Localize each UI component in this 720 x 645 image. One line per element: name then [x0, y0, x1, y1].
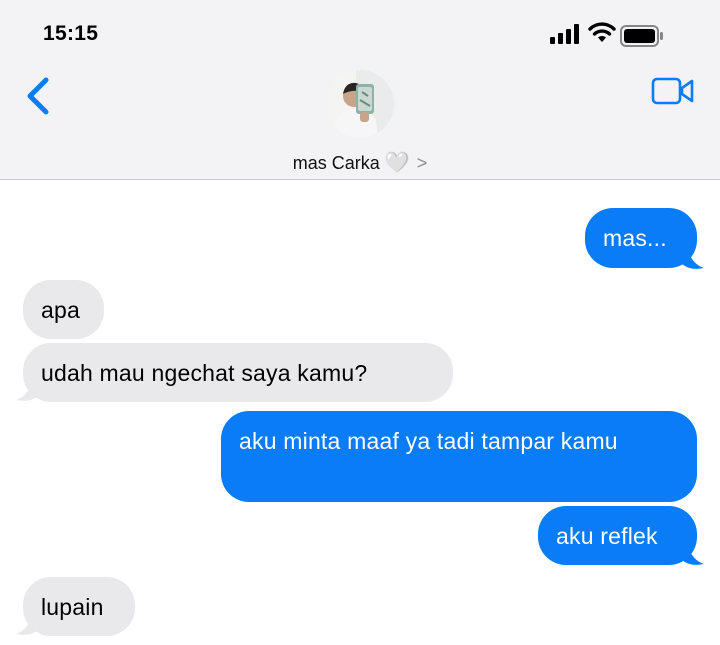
signal-icon: [550, 24, 579, 44]
conversation-header: 15:15 mas Carka 🤍 >: [0, 0, 720, 180]
video-call-button[interactable]: [651, 76, 695, 106]
message-bubble-received[interactable]: lupain: [23, 577, 135, 636]
back-button[interactable]: [22, 74, 56, 118]
message-bubble-sent[interactable]: aku minta maaf ya tadi tampar kamu: [221, 411, 697, 502]
bubble-tail: [682, 250, 704, 269]
message-bubble-sent[interactable]: aku reflek: [538, 506, 697, 565]
message-text: udah mau ngechat saya kamu?: [41, 360, 368, 386]
avatar[interactable]: [326, 70, 394, 138]
contact-name-button[interactable]: mas Carka 🤍 >: [0, 150, 720, 175]
status-time: 15:15: [43, 22, 99, 45]
message-text: lupain: [41, 594, 104, 620]
message-text: mas...: [603, 225, 667, 251]
message-bubble-sent[interactable]: mas...: [585, 208, 697, 268]
bubble-tail: [16, 382, 38, 401]
wifi-icon: [588, 22, 616, 42]
white-heart-emoji: 🤍: [384, 152, 410, 174]
message-text: aku minta maaf ya tadi tampar kamu: [239, 428, 618, 454]
message-bubble-received[interactable]: udah mau ngechat saya kamu?: [23, 343, 453, 402]
battery-icon: [620, 25, 663, 47]
chevron-right-icon: >: [416, 153, 428, 173]
message-text: aku reflek: [556, 523, 658, 549]
contact-name: mas Carka: [292, 153, 380, 173]
message-text: apa: [41, 297, 80, 323]
bubble-tail: [16, 616, 38, 635]
message-bubble-received[interactable]: apa: [23, 280, 104, 339]
bubble-tail: [682, 546, 704, 565]
